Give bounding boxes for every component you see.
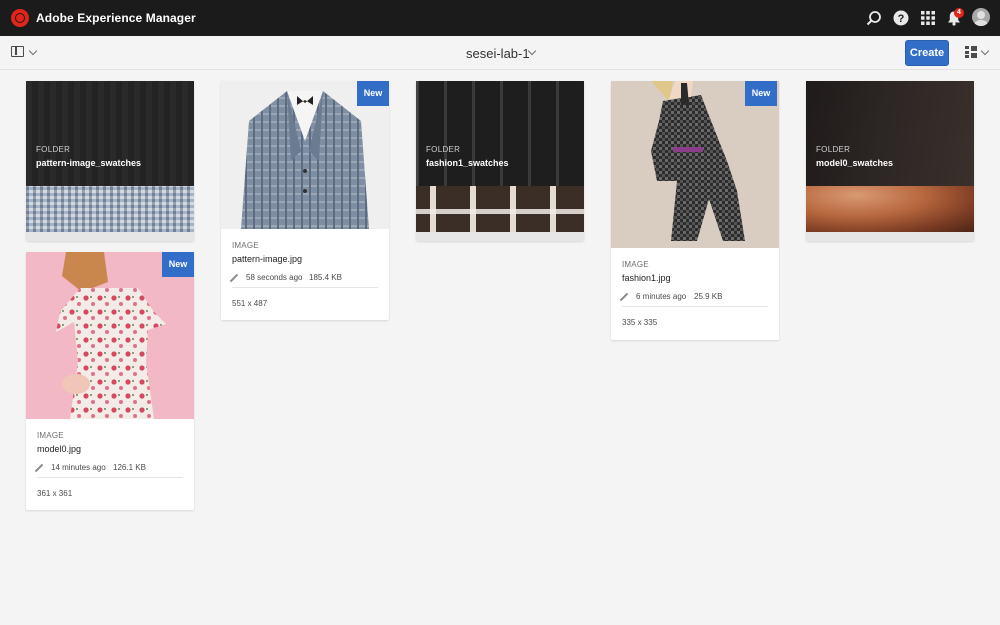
card-title: fashion1_swatches [426, 158, 509, 168]
help-icon[interactable]: ? [893, 10, 909, 26]
breadcrumb-title[interactable]: sesei-lab-1 [466, 46, 530, 61]
card-info: IMAGE model0.jpg 14 minutes ago 126.1 KB… [26, 419, 194, 510]
search-icon[interactable] [866, 10, 882, 26]
swatch-preview-image [806, 186, 974, 232]
rail-toggle-chevron-down-icon[interactable] [28, 46, 38, 56]
edit-pencil-icon [619, 292, 629, 302]
card-footer [416, 232, 584, 241]
folder-card-model0-swatches[interactable]: FOLDER model0_swatches [806, 81, 974, 241]
file-size: 126.1 KB [113, 463, 146, 472]
card-info: IMAGE fashion1.jpg 6 minutes ago 25.9 KB… [611, 248, 779, 340]
image-dimensions: 335 x 335 [622, 318, 658, 327]
modified-time: 6 minutes ago [636, 292, 687, 301]
notification-count-badge: 4 [954, 8, 964, 18]
view-switcher-chevron-down-icon[interactable] [980, 46, 990, 56]
create-button[interactable]: Create [905, 40, 949, 66]
image-dimensions: 551 x 487 [232, 299, 268, 308]
card-type-label: FOLDER [426, 145, 461, 154]
aem-logo-icon[interactable] [11, 9, 29, 27]
swatch-preview-image [416, 186, 584, 232]
file-size: 185.4 KB [309, 273, 342, 282]
new-badge: New [357, 81, 389, 106]
svg-text:?: ? [898, 13, 905, 25]
asset-card-model0[interactable]: New IMAGE model0.jpg 14 minutes ago 126.… [26, 252, 194, 510]
card-view-icon[interactable] [965, 46, 977, 58]
asset-card-fashion1[interactable]: New IMAGE fashion1.jpg 6 minutes ago 25.… [611, 81, 779, 340]
edit-pencil-icon [229, 273, 239, 283]
modified-time: 58 seconds ago [246, 273, 303, 282]
folder-card-fashion1-swatches[interactable]: FOLDER fashion1_swatches [416, 81, 584, 241]
asset-card-pattern-image[interactable]: New IMAGE pattern-image.jpg 58 seconds a… [221, 81, 389, 320]
card-footer [26, 232, 194, 241]
divider [622, 306, 768, 307]
card-title: model0.jpg [37, 444, 82, 454]
folder-thumbnail-overlay [416, 81, 584, 186]
apps-grid-icon[interactable] [920, 10, 936, 26]
shell-header: Adobe Experience Manager ? 4 [0, 0, 1000, 36]
card-title: pattern-image_swatches [36, 158, 142, 168]
swatch-preview-image [26, 186, 194, 232]
card-info: IMAGE pattern-image.jpg 58 seconds ago 1… [221, 229, 389, 320]
new-badge: New [162, 252, 194, 277]
folder-thumbnail-overlay [806, 81, 974, 186]
divider [232, 287, 378, 288]
card-title: model0_swatches [816, 158, 894, 168]
folder-card-pattern-image-swatches[interactable]: FOLDER pattern-image_swatches [26, 81, 194, 241]
card-type-label: FOLDER [36, 145, 71, 154]
card-type-label: IMAGE [622, 260, 649, 269]
card-type-label: IMAGE [232, 241, 259, 250]
image-dimensions: 361 x 361 [37, 489, 73, 498]
rail-toggle-icon[interactable] [11, 46, 24, 57]
asset-thumbnail [26, 252, 194, 419]
action-bar: sesei-lab-1 Create [0, 36, 1000, 70]
user-avatar[interactable] [972, 8, 990, 26]
card-type-label: IMAGE [37, 431, 64, 440]
new-badge: New [745, 81, 777, 106]
divider [37, 477, 183, 478]
card-title: fashion1.jpg [622, 273, 671, 283]
fashion-woman-image [611, 81, 779, 248]
modified-time: 14 minutes ago [51, 463, 106, 472]
folder-thumbnail-overlay [26, 81, 194, 186]
card-type-label: FOLDER [816, 145, 851, 154]
card-footer [806, 232, 974, 241]
floral-dress-woman-image [26, 252, 194, 419]
file-size: 25.9 KB [694, 292, 723, 301]
card-title: pattern-image.jpg [232, 254, 303, 264]
edit-pencil-icon [34, 463, 44, 473]
asset-thumbnail [611, 81, 779, 248]
app-title[interactable]: Adobe Experience Manager [36, 11, 196, 25]
